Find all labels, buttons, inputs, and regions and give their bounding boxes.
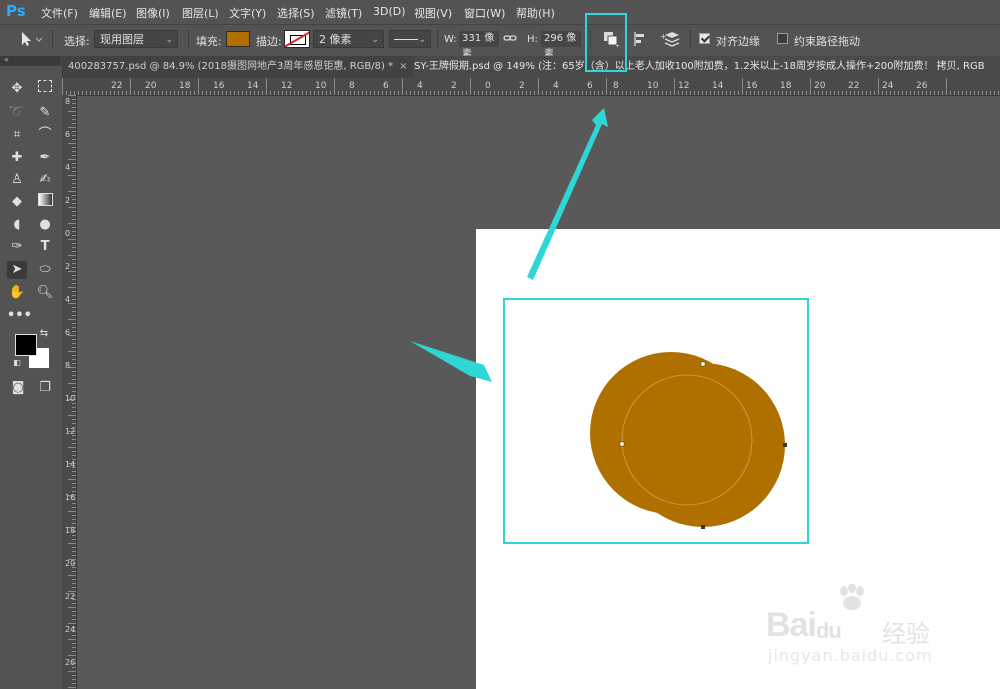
anchor-point[interactable] — [700, 361, 706, 367]
watermark-brand: Baidu — [766, 606, 842, 644]
anchor-point[interactable] — [701, 525, 705, 529]
anchor-point[interactable] — [619, 441, 625, 447]
foreground-color-swatch[interactable] — [15, 334, 37, 356]
annotation-arrow-up — [527, 108, 608, 280]
ellipse-shape-front[interactable] — [590, 352, 752, 514]
watermark-url: jingyan.baidu.com — [768, 646, 933, 665]
annotation-arrow-right-head — [410, 341, 492, 382]
watermark-cn: 经验 — [882, 620, 930, 648]
anchor-point[interactable] — [783, 443, 787, 447]
